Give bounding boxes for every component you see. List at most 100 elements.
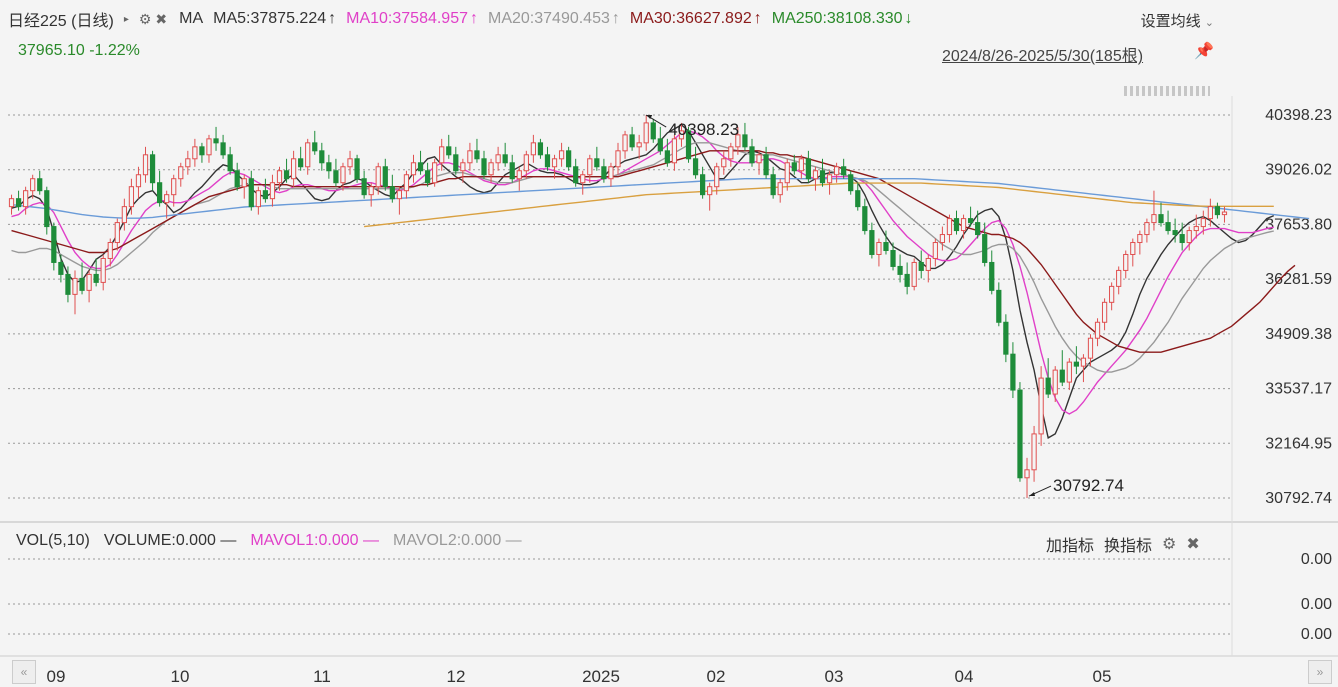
candle-body[interactable] (368, 186, 374, 196)
candle-body[interactable] (509, 162, 515, 180)
candle-body[interactable] (1101, 301, 1108, 323)
candle-body[interactable] (798, 158, 804, 172)
candle-body[interactable] (178, 166, 184, 180)
candle-body[interactable] (8, 198, 15, 208)
candle-body[interactable] (37, 178, 43, 192)
candle-body[interactable] (1137, 234, 1143, 244)
candle-body[interactable] (622, 134, 628, 152)
candle-body[interactable] (594, 158, 600, 168)
candle-body[interactable] (1193, 226, 1199, 232)
candle-body[interactable] (537, 142, 544, 156)
candle-body[interactable] (763, 154, 769, 176)
candle-body[interactable] (996, 289, 1002, 323)
candle-body[interactable] (1003, 321, 1009, 355)
candle-body[interactable] (199, 146, 205, 156)
candle-body[interactable] (1165, 222, 1171, 232)
candle-body[interactable] (869, 230, 875, 255)
candle-body[interactable] (298, 158, 304, 168)
candle-body[interactable] (333, 170, 339, 184)
candle-body[interactable] (1130, 242, 1136, 255)
candle-body[interactable] (15, 198, 22, 208)
candle-body[interactable] (770, 174, 776, 196)
candle-body[interactable] (135, 174, 142, 188)
candle-body[interactable] (1087, 337, 1094, 359)
candle-body[interactable] (227, 154, 233, 172)
candle-body[interactable] (523, 154, 529, 172)
candle-body[interactable] (234, 170, 240, 188)
candle-body[interactable] (939, 234, 946, 244)
candle-body[interactable] (566, 150, 572, 168)
candle-body[interactable] (213, 138, 219, 144)
candle-body[interactable] (664, 150, 670, 164)
candle-body[interactable] (975, 222, 981, 236)
candle-body[interactable] (1080, 357, 1087, 367)
candle-body[interactable] (262, 190, 269, 200)
candle-body[interactable] (826, 174, 833, 184)
candle-body[interactable] (650, 122, 656, 140)
candle-body[interactable] (1073, 361, 1079, 367)
candle-body[interactable] (1094, 321, 1101, 339)
candle-body[interactable] (100, 257, 106, 283)
candle-body[interactable] (904, 273, 910, 287)
candle-body[interactable] (389, 186, 395, 200)
candle-body[interactable] (481, 158, 487, 176)
candle-body[interactable] (121, 206, 127, 224)
gear-icon[interactable]: ⚙ (1162, 534, 1176, 554)
candle-body[interactable] (276, 170, 283, 184)
candle-body[interactable] (1024, 469, 1030, 479)
candle-body[interactable] (72, 277, 78, 295)
candle-body[interactable] (206, 138, 212, 156)
candle-body[interactable] (164, 194, 170, 204)
candle-body[interactable] (93, 273, 99, 283)
candle-body[interactable] (749, 146, 755, 164)
candle-body[interactable] (446, 146, 452, 156)
candle-body[interactable] (488, 162, 494, 176)
candle-body[interactable] (841, 166, 847, 176)
candle-body[interactable] (692, 158, 699, 176)
candle-body[interactable] (361, 178, 367, 196)
candle-body[interactable] (255, 190, 261, 208)
candle-body[interactable] (1109, 285, 1115, 303)
candle-body[interactable] (502, 154, 508, 164)
candle-body[interactable] (410, 162, 417, 176)
candle-body[interactable] (347, 158, 353, 168)
candle-body[interactable] (573, 166, 579, 184)
candle-body[interactable] (283, 170, 290, 180)
candle-body[interactable] (728, 146, 734, 160)
candle-body[interactable] (354, 158, 360, 180)
candle-body[interactable] (615, 150, 621, 168)
candle-body[interactable] (784, 162, 790, 184)
candle-body[interactable] (883, 242, 889, 251)
candle-body[interactable] (86, 273, 92, 291)
candle-body[interactable] (1031, 433, 1037, 471)
candle-body[interactable] (192, 146, 198, 160)
candle-body[interactable] (375, 166, 381, 188)
candle-body[interactable] (248, 178, 254, 208)
candle-body[interactable] (756, 154, 762, 164)
candle-body[interactable] (551, 158, 558, 168)
candle-body[interactable] (587, 158, 593, 176)
candle-body[interactable] (432, 162, 438, 184)
candle-body[interactable] (967, 218, 974, 224)
candle-body[interactable] (1017, 389, 1023, 479)
candle-body[interactable] (424, 170, 431, 184)
close-circle-icon[interactable]: ✖ (1186, 534, 1199, 554)
candle-body[interactable] (1151, 214, 1157, 224)
candle-body[interactable] (382, 166, 388, 188)
candle-body[interactable] (643, 122, 649, 144)
candle-body[interactable] (128, 186, 135, 208)
candle-body[interactable] (629, 134, 635, 148)
candle-body[interactable] (312, 142, 318, 152)
candle-body[interactable] (1059, 369, 1065, 383)
candle-body[interactable] (453, 154, 459, 172)
candle-body[interactable] (671, 138, 678, 164)
candle-body[interactable] (1200, 218, 1206, 228)
candle-body[interactable] (791, 162, 797, 172)
candle-body[interactable] (340, 166, 346, 184)
candle-body[interactable] (1038, 377, 1044, 435)
candle-body[interactable] (982, 234, 988, 263)
candle-body[interactable] (1052, 369, 1058, 395)
candle-body[interactable] (467, 150, 473, 164)
candle-body[interactable] (114, 222, 120, 244)
candle-body[interactable] (530, 142, 536, 156)
